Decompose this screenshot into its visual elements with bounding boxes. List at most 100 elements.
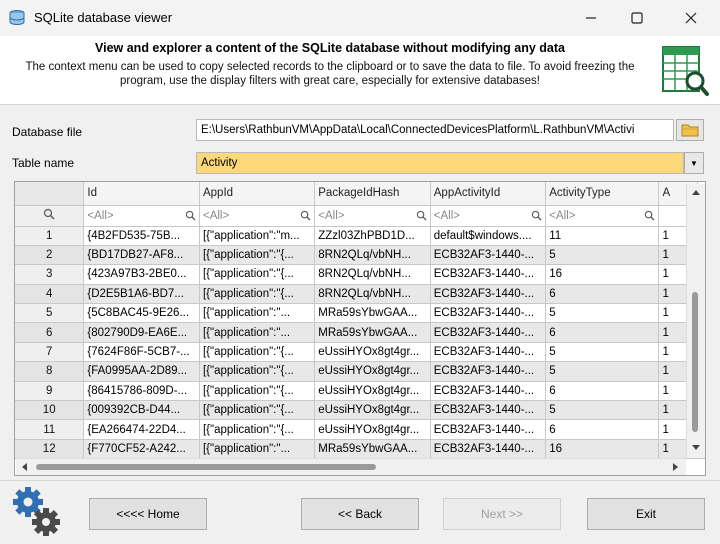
cell-packageidhash[interactable]: 8RN2QLq/vbNH... — [314, 284, 431, 305]
cell-packageidhash[interactable]: eUssiHYOx8gt4gr... — [314, 381, 431, 402]
column-header-appid[interactable]: AppId — [199, 182, 316, 206]
table-row[interactable]: 12 {F770CF52-A242... [{"application":"... M… — [15, 439, 705, 460]
cell-packageidhash[interactable]: eUssiHYOx8gt4gr... — [314, 419, 431, 440]
vertical-scroll-thumb[interactable] — [692, 292, 698, 432]
table-row[interactable]: 5 {5C8BAC45-9E26... [{"application":"... MR… — [15, 303, 705, 324]
cell-activitytype[interactable]: 5 — [545, 342, 660, 363]
cell-appid[interactable]: [{"application":"{... — [199, 419, 316, 440]
cell-packageidhash[interactable]: MRa59sYbwGAA... — [314, 303, 431, 324]
cell-activitytype[interactable]: 5 — [545, 361, 660, 382]
cell-id[interactable]: {5C8BAC45-9E26... — [83, 303, 200, 324]
column-header-appactivityid[interactable]: AppActivityId — [430, 182, 547, 206]
cell-activitytype[interactable]: 16 — [545, 439, 660, 460]
cell-packageidhash[interactable]: ZZzl03ZhPBD1D... — [314, 226, 431, 246]
table-row[interactable]: 1 {4B2FD535-75B... [{"application":"m... ZZ… — [15, 226, 705, 246]
table-row[interactable]: 11 {EA266474-22D4... [{"application":"{...… — [15, 419, 705, 440]
cell-appid[interactable]: [{"application":"... — [199, 303, 316, 324]
cell-packageidhash[interactable]: eUssiHYOx8gt4gr... — [314, 400, 431, 421]
column-header-id[interactable]: Id — [83, 182, 200, 206]
cell-id[interactable]: {7624F86F-5CB7-... — [83, 342, 200, 363]
cell-appid[interactable]: [{"application":"... — [199, 322, 316, 343]
filter-cell-appid[interactable]: <All> — [199, 205, 316, 227]
cell-appid[interactable]: [{"application":"m... — [199, 226, 316, 246]
column-header-packageidhash[interactable]: PackageIdHash — [314, 182, 431, 206]
cell-id[interactable]: {4B2FD535-75B... — [83, 226, 200, 246]
cell-appactivityid[interactable]: ECB32AF3-1440-... — [430, 322, 547, 343]
table-row[interactable]: 9 {86415786-809D-... [{"application":"{...… — [15, 381, 705, 402]
cell-packageidhash[interactable]: 8RN2QLq/vbNH... — [314, 245, 431, 266]
table-row[interactable]: 3 {423A97B3-2BE0... [{"application":"{... 8… — [15, 264, 705, 285]
data-grid[interactable]: Id AppId PackageIdHash AppActivityId Act… — [14, 181, 706, 476]
cell-appid[interactable]: [{"application":"{... — [199, 342, 316, 363]
cell-appid[interactable]: [{"application":"{... — [199, 361, 316, 382]
cell-appactivityid[interactable]: ECB32AF3-1440-... — [430, 400, 547, 421]
cell-appactivityid[interactable]: ECB32AF3-1440-... — [430, 264, 547, 285]
table-row[interactable]: 4 {D2E5B1A6-BD7... [{"application":"{... 8R… — [15, 284, 705, 305]
cell-appactivityid[interactable]: ECB32AF3-1440-... — [430, 342, 547, 363]
horizontal-scrollbar[interactable] — [16, 458, 686, 475]
cell-appid[interactable]: [{"application":"{... — [199, 400, 316, 421]
cell-appactivityid[interactable]: ECB32AF3-1440-... — [430, 381, 547, 402]
row-number[interactable]: 1 — [15, 226, 85, 246]
cell-activitytype[interactable]: 5 — [545, 303, 660, 324]
filter-cell-appactivityid[interactable]: <All> — [430, 205, 547, 227]
cell-id[interactable]: {D2E5B1A6-BD7... — [83, 284, 200, 305]
cell-appactivityid[interactable]: ECB32AF3-1440-... — [430, 361, 547, 382]
filter-cell-activitytype[interactable]: <All> — [545, 205, 660, 227]
cell-activitytype[interactable]: 6 — [545, 322, 660, 343]
row-number[interactable]: 9 — [15, 381, 85, 402]
table-row[interactable]: 2 {BD17DB27-AF8... [{"application":"{... 8R… — [15, 245, 705, 266]
row-number[interactable]: 12 — [15, 439, 85, 460]
cell-activitytype[interactable]: 16 — [545, 264, 660, 285]
cell-activitytype[interactable]: 6 — [545, 381, 660, 402]
filter-cell-packageidhash[interactable]: <All> — [314, 205, 431, 227]
cell-packageidhash[interactable]: 8RN2QLq/vbNH... — [314, 264, 431, 285]
row-number[interactable]: 10 — [15, 400, 85, 421]
cell-activitytype[interactable]: 5 — [545, 400, 660, 421]
maximize-button[interactable] — [614, 0, 660, 36]
row-number[interactable]: 3 — [15, 264, 85, 285]
column-header-activitytype[interactable]: ActivityType — [545, 182, 660, 206]
close-button[interactable] — [668, 0, 714, 36]
cell-appactivityid[interactable]: ECB32AF3-1440-... — [430, 245, 547, 266]
vertical-scrollbar[interactable] — [686, 184, 705, 458]
cell-id[interactable]: {F770CF52-A242... — [83, 439, 200, 460]
cell-appactivityid[interactable]: default$windows.... — [430, 226, 547, 246]
cell-appid[interactable]: [{"application":"... — [199, 439, 316, 460]
horizontal-scroll-thumb[interactable] — [36, 464, 376, 470]
row-number[interactable]: 6 — [15, 322, 85, 343]
table-row[interactable]: 10 {009392CB-D44... [{"application":"{... e… — [15, 400, 705, 421]
cell-appid[interactable]: [{"application":"{... — [199, 245, 316, 266]
row-number[interactable]: 11 — [15, 419, 85, 440]
cell-appactivityid[interactable]: ECB32AF3-1440-... — [430, 303, 547, 324]
filter-cell-id[interactable]: <All> — [83, 205, 200, 227]
cell-appactivityid[interactable]: ECB32AF3-1440-... — [430, 439, 547, 460]
cell-activitytype[interactable]: 6 — [545, 419, 660, 440]
table-name-select[interactable]: Activity — [196, 152, 684, 174]
cell-activitytype[interactable]: 11 — [545, 226, 660, 246]
table-row[interactable]: 8 {FA0995AA-2D89... [{"application":"{... e… — [15, 361, 705, 382]
table-row[interactable]: 7 {7624F86F-5CB7-... [{"application":"{...… — [15, 342, 705, 363]
cell-id[interactable]: {009392CB-D44... — [83, 400, 200, 421]
database-file-field[interactable]: E:\Users\RathbunVM\AppData\Local\Connect… — [196, 119, 674, 141]
exit-button[interactable]: Exit — [587, 498, 705, 530]
table-dropdown-button[interactable]: ▼ — [684, 152, 704, 174]
cell-id[interactable]: {86415786-809D-... — [83, 381, 200, 402]
cell-id[interactable]: {802790D9-EA6E... — [83, 322, 200, 343]
home-button[interactable]: <<<< Home — [89, 498, 207, 530]
cell-id[interactable]: {FA0995AA-2D89... — [83, 361, 200, 382]
cell-appid[interactable]: [{"application":"{... — [199, 284, 316, 305]
cell-id[interactable]: {423A97B3-2BE0... — [83, 264, 200, 285]
browse-button[interactable] — [676, 119, 704, 141]
row-number[interactable]: 8 — [15, 361, 85, 382]
table-row[interactable]: 6 {802790D9-EA6E... [{"application":"... MR… — [15, 322, 705, 343]
cell-appactivityid[interactable]: ECB32AF3-1440-... — [430, 419, 547, 440]
row-number[interactable]: 7 — [15, 342, 85, 363]
cell-appid[interactable]: [{"application":"{... — [199, 264, 316, 285]
cell-packageidhash[interactable]: eUssiHYOx8gt4gr... — [314, 342, 431, 363]
cell-activitytype[interactable]: 6 — [545, 284, 660, 305]
cell-packageidhash[interactable]: MRa59sYbwGAA... — [314, 439, 431, 460]
row-number[interactable]: 5 — [15, 303, 85, 324]
next-button[interactable]: Next >> — [443, 498, 561, 530]
cell-activitytype[interactable]: 5 — [545, 245, 660, 266]
